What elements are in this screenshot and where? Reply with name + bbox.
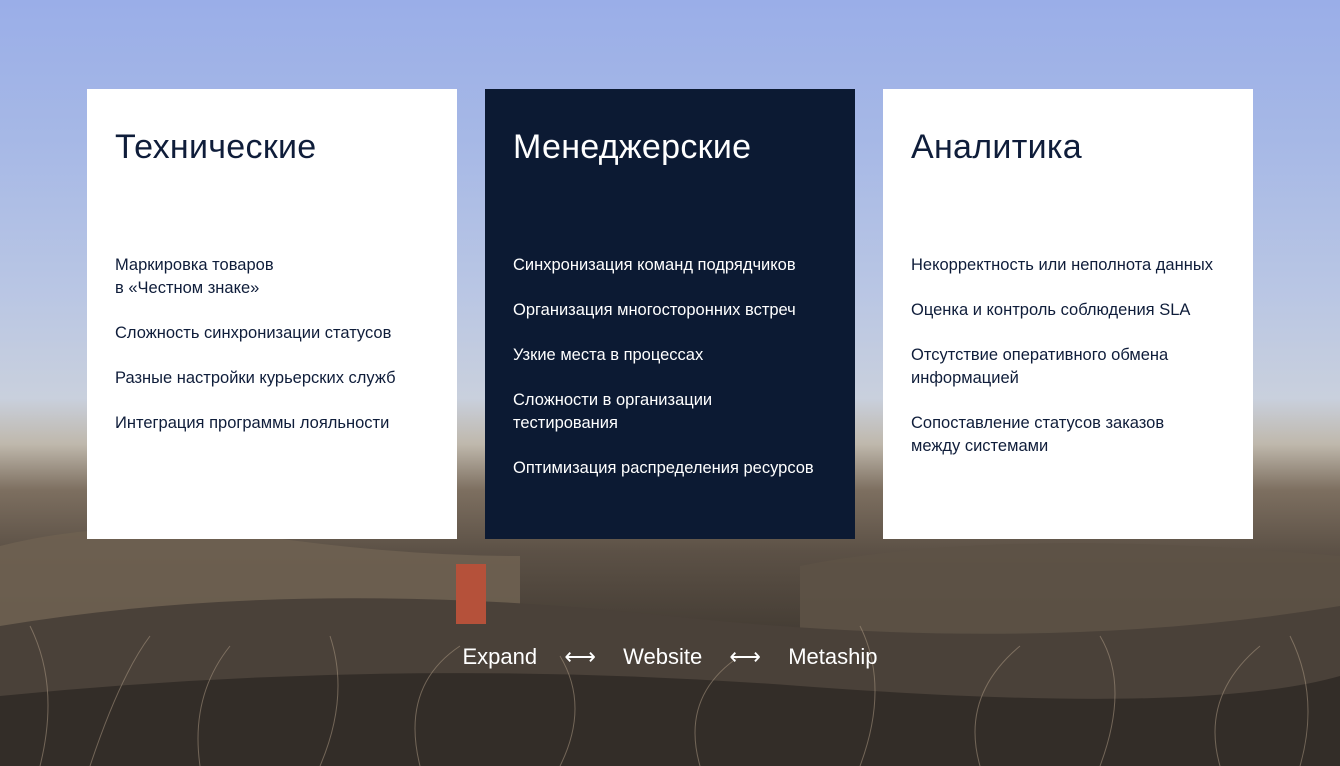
list-item: Сложности в организации тестирования bbox=[513, 391, 713, 432]
list-item: Отсутствие оперативного обмена информаци… bbox=[911, 346, 1169, 387]
footer-item-metaship: Metaship bbox=[788, 644, 878, 669]
list-item: Маркировка товаров в «Честном знаке» bbox=[115, 256, 274, 297]
card-items: Синхронизация команд подрядчиков Организ… bbox=[513, 254, 835, 502]
double-arrow-icon: ⟷ bbox=[564, 644, 596, 669]
double-arrow-icon: ⟷ bbox=[729, 644, 761, 669]
footer-flow: Expand ⟷ Website ⟷ Metaship bbox=[0, 644, 1340, 670]
list-item: Оценка и контроль соблюдения SLA bbox=[911, 301, 1191, 319]
card-items: Маркировка товаров в «Честном знаке» Сло… bbox=[115, 254, 437, 457]
card-analytics: Аналитика Некорректность или неполнота д… bbox=[883, 89, 1253, 539]
list-item: Сопоставление статусов заказов между сис… bbox=[911, 414, 1165, 455]
list-item: Оптимизация распределения ресурсов bbox=[513, 459, 814, 477]
footer-item-expand: Expand bbox=[462, 644, 538, 669]
list-item: Синхронизация команд подрядчиков bbox=[513, 256, 796, 274]
list-item: Интеграция программы лояльности bbox=[115, 414, 390, 432]
list-item: Некорректность или неполнота данных bbox=[911, 256, 1213, 274]
footer-item-website: Website bbox=[623, 644, 703, 669]
list-item: Организация многосторонних встреч bbox=[513, 301, 796, 319]
list-item: Узкие места в процессах bbox=[513, 346, 704, 364]
card-management: Менеджерские Синхронизация команд подряд… bbox=[485, 89, 855, 539]
card-title: Технические bbox=[115, 128, 317, 166]
card-items: Некорректность или неполнота данных Оцен… bbox=[911, 254, 1233, 480]
list-item: Сложность синхронизации статусов bbox=[115, 324, 392, 342]
card-title: Менеджерские bbox=[513, 128, 752, 166]
card-title: Аналитика bbox=[911, 128, 1082, 166]
card-technical: Технические Маркировка товаров в «Честно… bbox=[87, 89, 457, 539]
list-item: Разные настройки курьерских служб bbox=[115, 369, 396, 387]
